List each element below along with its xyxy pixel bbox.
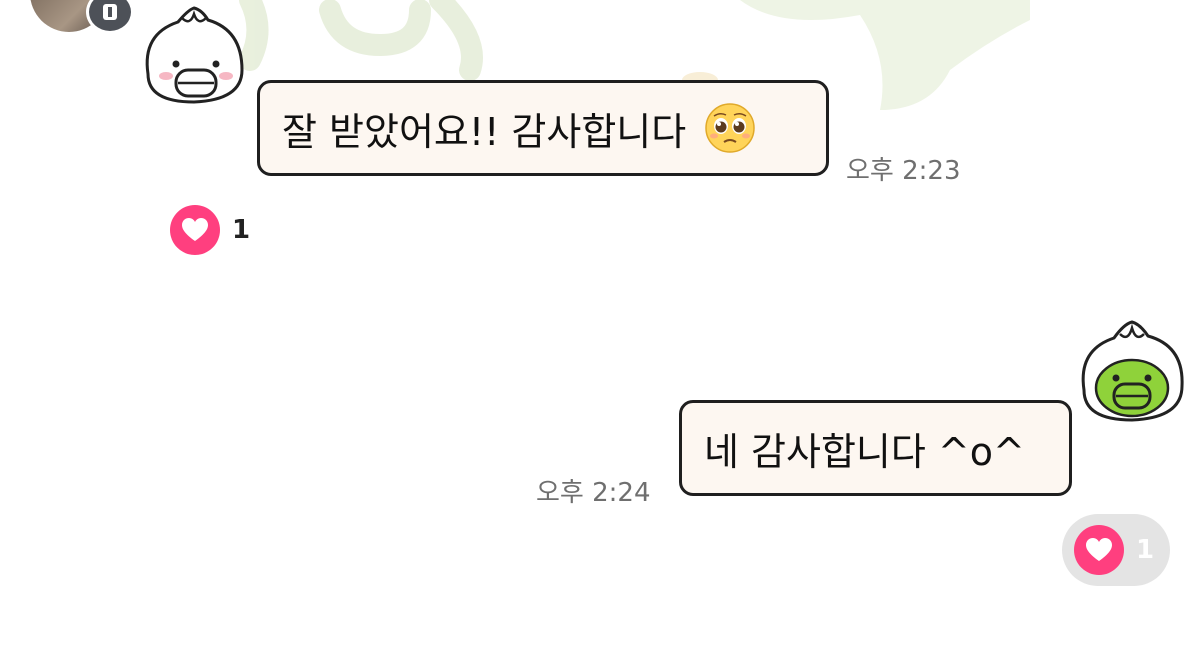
reaction-count: 1: [232, 215, 251, 245]
reaction-badge[interactable]: 1: [170, 205, 250, 255]
chat-view: 잘 받았어요!! 감사합니다 오후 2:23 1 네 감사합니다 ^o^ 오후 …: [0, 0, 1200, 653]
heart-icon: [1074, 525, 1124, 575]
message-bubble-sent[interactable]: 네 감사합니다 ^o^: [679, 400, 1072, 496]
message-text: 잘 받았어요!! 감사합니다: [282, 109, 687, 154]
pleading-face-emoji: [705, 103, 755, 153]
message-timestamp: 오후 2:24: [536, 478, 651, 508]
reaction-count: 1: [1136, 535, 1155, 565]
message-bubble-received[interactable]: 잘 받았어요!! 감사합니다: [257, 80, 829, 176]
message-timestamp: 오후 2:23: [846, 156, 961, 186]
profile-badge-icon: [86, 0, 134, 34]
message-text: 네 감사합니다 ^o^: [704, 429, 1025, 474]
reaction-badge[interactable]: 1: [1062, 514, 1170, 586]
dumpling-white-face-sticker[interactable]: [138, 4, 250, 108]
heart-icon: [170, 205, 220, 255]
dumpling-green-face-sticker[interactable]: [1076, 318, 1188, 424]
